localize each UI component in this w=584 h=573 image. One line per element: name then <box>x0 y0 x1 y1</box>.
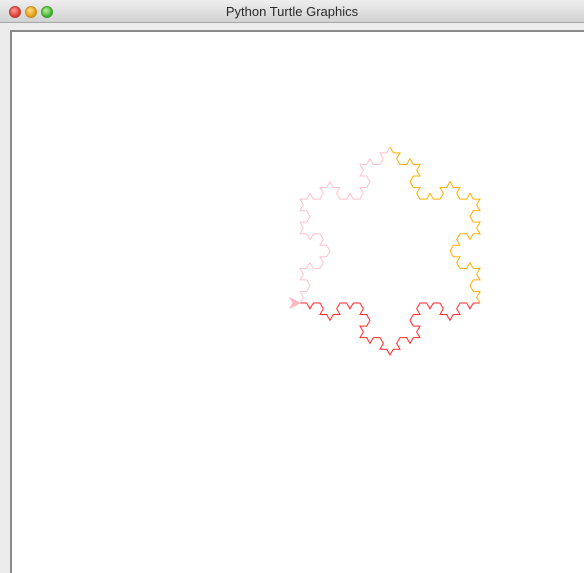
maximize-button[interactable] <box>41 6 53 18</box>
turtle-window: Python Turtle Graphics <box>0 0 584 573</box>
snowflake-edge-2 <box>389 146 481 304</box>
snowflake-edge-3 <box>299 146 391 304</box>
koch-snowflake-drawing <box>288 146 481 356</box>
minimize-icon <box>26 7 36 17</box>
turtle-canvas[interactable] <box>10 30 584 573</box>
maximize-icon <box>42 7 52 17</box>
close-icon <box>10 7 20 17</box>
close-button[interactable] <box>9 6 21 18</box>
window-title: Python Turtle Graphics <box>225 4 359 19</box>
snowflake-edge-1 <box>300 302 480 356</box>
title-bar[interactable]: Python Turtle Graphics <box>0 0 584 23</box>
turtle-arrow-icon <box>288 296 302 310</box>
minimize-button[interactable] <box>25 6 37 18</box>
